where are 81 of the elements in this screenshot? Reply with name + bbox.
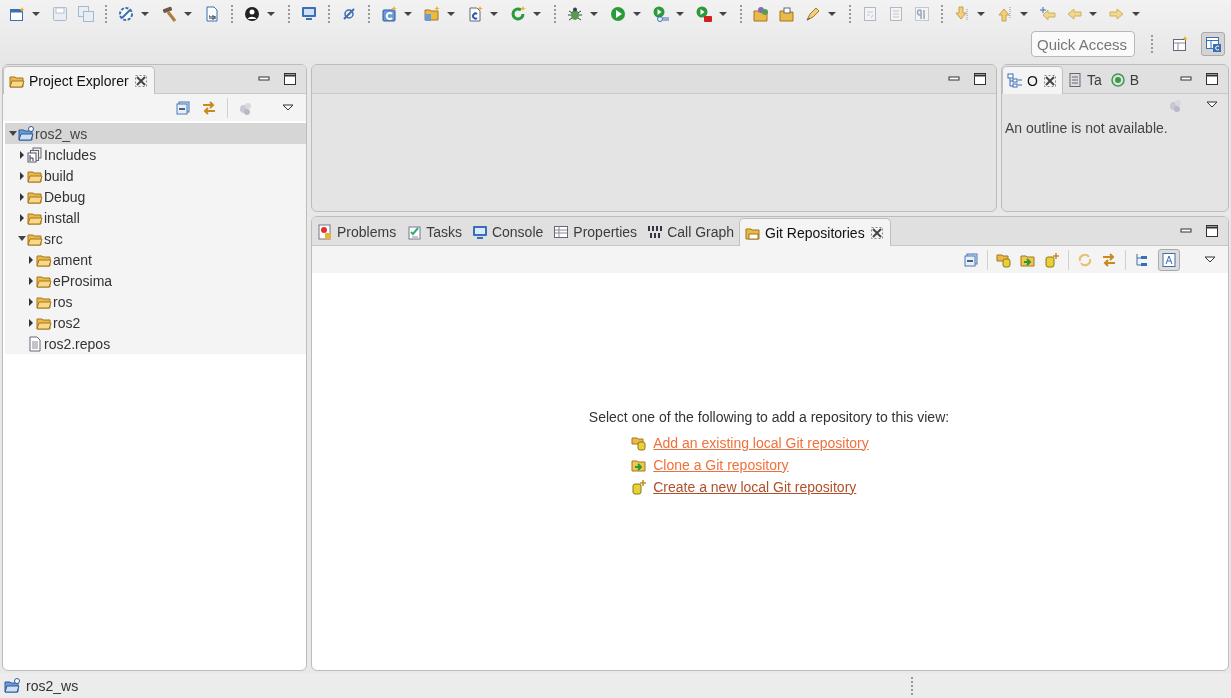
view-tab[interactable]: Properties bbox=[548, 218, 643, 245]
new-folder-icon[interactable] bbox=[424, 6, 440, 22]
new-window-icon[interactable] bbox=[9, 6, 25, 22]
view-tab[interactable]: B bbox=[1105, 66, 1144, 93]
pen-icon[interactable] bbox=[805, 6, 821, 22]
tree-layout-icon[interactable] bbox=[1134, 251, 1150, 268]
collapse-all-icon[interactable] bbox=[175, 99, 191, 116]
tree-item[interactable]: eProsima bbox=[5, 270, 306, 291]
monitor-icon[interactable] bbox=[301, 6, 317, 22]
run-stop-icon[interactable] bbox=[696, 6, 712, 22]
collapsed-arrow-icon[interactable] bbox=[18, 149, 26, 160]
perspective-icon[interactable] bbox=[1205, 36, 1221, 52]
view-icon bbox=[406, 223, 423, 240]
close-icon[interactable] bbox=[868, 224, 885, 241]
view-icon bbox=[1066, 71, 1083, 88]
view-tab[interactable]: Git Repositories bbox=[739, 218, 891, 246]
view-tab[interactable]: O bbox=[1002, 66, 1063, 94]
new-repository-icon bbox=[631, 478, 648, 495]
view-icon bbox=[1109, 71, 1126, 88]
view-icon bbox=[647, 223, 664, 240]
maximize-icon[interactable] bbox=[282, 71, 298, 87]
new-project-icon[interactable] bbox=[381, 6, 397, 22]
run-list-icon[interactable] bbox=[653, 6, 669, 22]
collapsed-arrow-icon[interactable] bbox=[27, 296, 35, 307]
view-tab[interactable]: Ta bbox=[1062, 66, 1106, 93]
tree-item[interactable]: build bbox=[5, 165, 306, 186]
tree-item[interactable]: ament bbox=[5, 249, 306, 270]
open-folder-icon[interactable] bbox=[753, 6, 769, 22]
tree-item[interactable]: ros2 bbox=[5, 312, 306, 333]
open-perspective-icon[interactable] bbox=[1172, 36, 1188, 52]
view-tab[interactable]: Console bbox=[466, 218, 549, 245]
new-file-icon[interactable] bbox=[467, 6, 483, 22]
hammer-icon[interactable] bbox=[161, 6, 177, 22]
bug-icon[interactable] bbox=[567, 6, 583, 22]
collapsed-arrow-icon[interactable] bbox=[18, 191, 26, 202]
link-icon[interactable] bbox=[1101, 251, 1117, 268]
outline-message: An outline is not available. bbox=[1004, 119, 1169, 138]
collapsed-arrow-icon[interactable] bbox=[27, 254, 35, 265]
view-tab[interactable]: Tasks bbox=[401, 218, 467, 245]
includes-icon bbox=[27, 146, 43, 163]
tree-item[interactable]: Includes bbox=[5, 144, 306, 165]
file-icon bbox=[27, 335, 43, 352]
outline-icon bbox=[1007, 72, 1023, 89]
add-repository-icon[interactable] bbox=[996, 251, 1012, 268]
view-tab[interactable]: Project Explorer bbox=[3, 66, 155, 94]
collapsed-arrow-icon[interactable] bbox=[18, 212, 26, 223]
refresh-icon[interactable] bbox=[510, 6, 526, 22]
run-icon[interactable] bbox=[610, 6, 626, 22]
project-folder-icon bbox=[18, 125, 34, 142]
tree-item[interactable]: ros bbox=[5, 291, 306, 312]
maximize-icon[interactable] bbox=[1204, 223, 1220, 239]
tree-item[interactable]: Debug bbox=[5, 186, 306, 207]
collapsed-arrow-icon[interactable] bbox=[27, 275, 35, 286]
collapsed-arrow-icon[interactable] bbox=[27, 317, 35, 328]
maximize-icon[interactable] bbox=[972, 71, 988, 87]
tree-item[interactable]: ros2.repos bbox=[5, 333, 306, 354]
project-folder-icon bbox=[4, 677, 20, 694]
link-icon[interactable] bbox=[201, 99, 217, 116]
close-icon[interactable] bbox=[1041, 72, 1058, 89]
tree-item[interactable]: install bbox=[5, 207, 306, 228]
user-icon[interactable] bbox=[244, 6, 260, 22]
new-repository-icon[interactable] bbox=[1044, 251, 1060, 268]
close-icon[interactable] bbox=[132, 72, 149, 89]
view-icon bbox=[317, 223, 333, 240]
add-repository-icon bbox=[631, 434, 648, 451]
instruction-text: Select one of the following to add a repository to this view: bbox=[588, 408, 950, 425]
view-tab[interactable]: Call Graph bbox=[642, 218, 740, 245]
folder-icon[interactable] bbox=[779, 6, 795, 22]
quick-access-field[interactable]: Quick Access bbox=[1031, 31, 1135, 57]
tree-item[interactable]: src bbox=[5, 228, 306, 249]
binary-file-icon[interactable] bbox=[204, 6, 220, 22]
view-icon bbox=[553, 223, 570, 240]
view-icon bbox=[471, 223, 488, 240]
collapsed-arrow-icon[interactable] bbox=[18, 170, 26, 181]
link[interactable]: Create a new local Git repository bbox=[653, 478, 857, 495]
status-text: ros2_ws bbox=[26, 677, 79, 694]
view-tab[interactable]: Problems bbox=[312, 218, 402, 245]
collapse-all-icon[interactable] bbox=[963, 251, 979, 268]
label-icon[interactable] bbox=[1161, 251, 1177, 268]
maximize-icon[interactable] bbox=[1204, 71, 1220, 87]
tree-item[interactable]: ros2_ws bbox=[5, 123, 306, 144]
